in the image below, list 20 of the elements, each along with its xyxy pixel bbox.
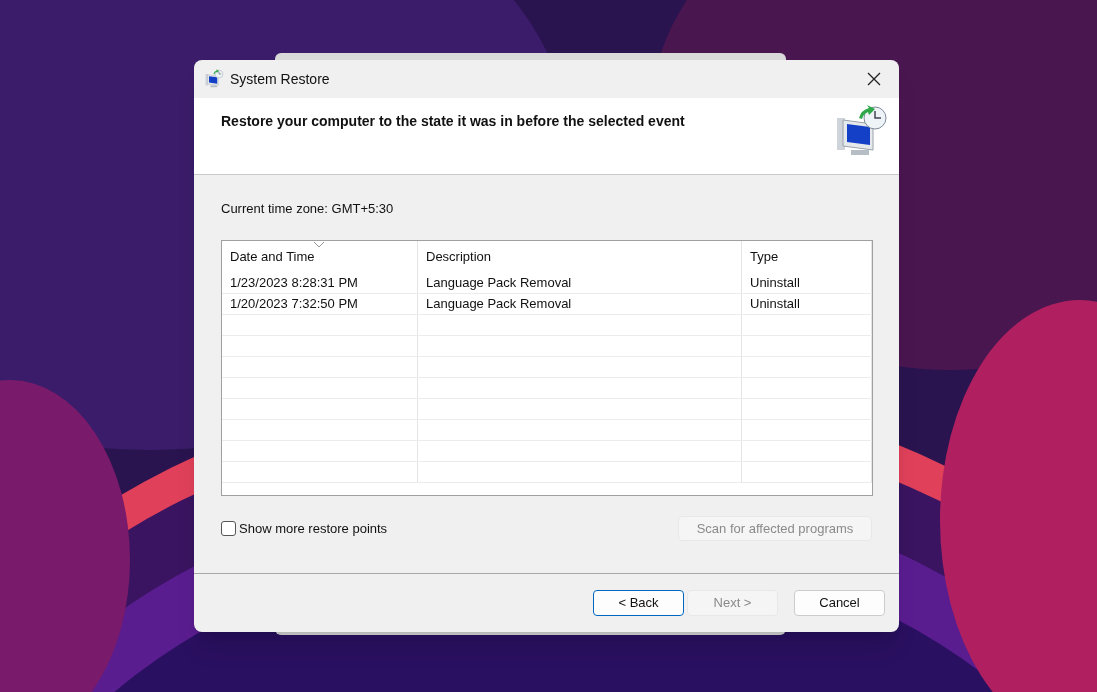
heading: Restore your computer to the state it was in before the selected event xyxy=(221,112,685,131)
table-cell: 1/20/2023 7:32:50 PM xyxy=(222,294,418,314)
column-header[interactable]: Description xyxy=(418,241,742,273)
table-cell: Uninstall xyxy=(742,273,872,293)
table-cell: Uninstall xyxy=(742,294,872,314)
table-cell: Language Pack Removal xyxy=(418,294,742,314)
close-icon xyxy=(867,72,881,86)
dialog-button[interactable]: Cancel xyxy=(794,590,885,616)
table-cell: Language Pack Removal xyxy=(418,273,742,293)
restore-icon xyxy=(204,69,224,89)
show-more-checkbox[interactable]: Show more restore points xyxy=(221,518,388,539)
column-header[interactable]: Type xyxy=(742,241,872,273)
checkbox[interactable] xyxy=(221,521,236,536)
column-header[interactable]: Date and Time xyxy=(222,241,418,273)
table-row[interactable]: 1/23/2023 8:28:31 PM Language Pack Removal Uninstall xyxy=(222,273,872,294)
time-zone-label: Current time zone: GMT+5:30 xyxy=(221,201,395,217)
dialog-button[interactable]: < Back xyxy=(593,590,684,616)
table-row[interactable]: 1/20/2023 7:32:50 PM Language Pack Removal Uninstall xyxy=(222,294,872,315)
window-title: System Restore xyxy=(230,69,330,89)
table-cell: 1/23/2023 8:28:31 PM xyxy=(222,273,418,293)
